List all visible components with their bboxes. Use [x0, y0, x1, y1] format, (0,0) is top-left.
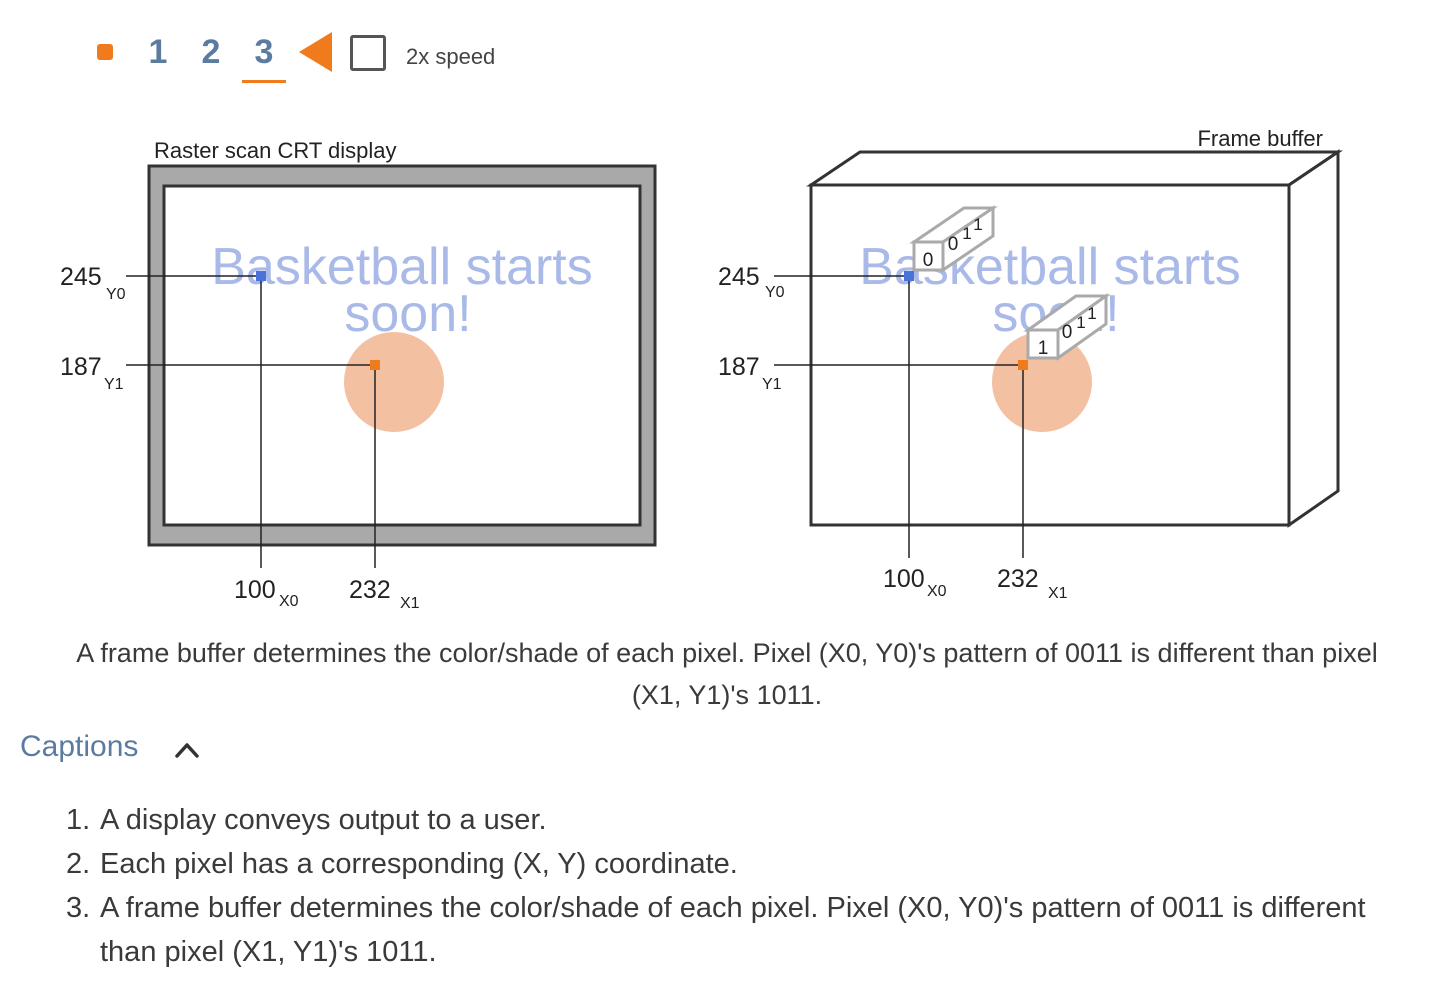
- crt-y0-sub: Y0: [106, 286, 126, 303]
- crt-pixel-0: [256, 271, 266, 281]
- crt-x0-value: 100: [234, 576, 276, 604]
- caption-number: 1.: [66, 804, 91, 836]
- caption-text: A frame buffer determines the color/shad…: [100, 892, 1366, 968]
- bit-p0-0: 0: [923, 250, 934, 271]
- crt-title: Raster scan CRT display: [154, 138, 397, 163]
- captions-list: 1. A display conveys output to a user. 2…: [66, 798, 1386, 974]
- crt-x1-sub: X1: [400, 595, 420, 612]
- bit-p1-2: 1: [1076, 313, 1085, 332]
- bit-p1-3: 1: [1087, 304, 1096, 323]
- fb-top-face: [806, 150, 1343, 187]
- fb-pixel-1: [1018, 360, 1028, 370]
- fb-y0-value: 245: [718, 263, 760, 291]
- fb-y1-sub: Y1: [762, 376, 782, 393]
- caption-text: A display conveys output to a user.: [100, 804, 547, 836]
- bit-p1-1: 0: [1062, 322, 1073, 343]
- fb-y0-sub: Y0: [765, 284, 785, 301]
- bit-p0-1: 0: [948, 234, 959, 255]
- crt-y0-value: 245: [60, 263, 102, 291]
- caption-item: 2. Each pixel has a corresponding (X, Y)…: [66, 842, 1386, 886]
- captions-toggle[interactable]: Captions: [20, 730, 138, 764]
- bit-p0-3: 1: [973, 215, 982, 234]
- fb-y1-value: 187: [718, 353, 760, 381]
- crt-y1-sub: Y1: [104, 376, 124, 393]
- step-explanation: A frame buffer determines the color/shad…: [76, 638, 1378, 710]
- bit-p0-2: 1: [962, 224, 971, 243]
- caption-number: 2.: [66, 848, 91, 880]
- fb-x0-sub: X0: [927, 583, 947, 600]
- crt-x1-value: 232: [349, 576, 391, 604]
- fb-title: Frame buffer: [1197, 126, 1323, 151]
- crt-x0-sub: X0: [279, 593, 299, 610]
- frame-buffer-figure: Raster scan CRT display Basketball start…: [60, 126, 1343, 612]
- caption-text: Each pixel has a corresponding (X, Y) co…: [100, 848, 738, 880]
- crt-pixel-1: [370, 360, 380, 370]
- fb-pixel-0: [904, 271, 914, 281]
- bit-p1-0: 1: [1038, 338, 1049, 359]
- caption-number: 3.: [66, 892, 91, 924]
- fb-x0-value: 100: [883, 565, 925, 593]
- fb-x1-sub: X1: [1048, 585, 1068, 602]
- fb-x1-value: 232: [997, 565, 1039, 593]
- fb-side-face: [1287, 149, 1340, 528]
- crt-ball: [344, 332, 444, 432]
- chevron-up-icon[interactable]: [174, 740, 200, 760]
- caption-item: 3. A frame buffer determines the color/s…: [66, 886, 1386, 974]
- crt-y1-value: 187: [60, 353, 102, 381]
- caption-item: 1. A display conveys output to a user.: [66, 798, 1386, 842]
- crt-screen-text-line2: soon!: [344, 285, 471, 343]
